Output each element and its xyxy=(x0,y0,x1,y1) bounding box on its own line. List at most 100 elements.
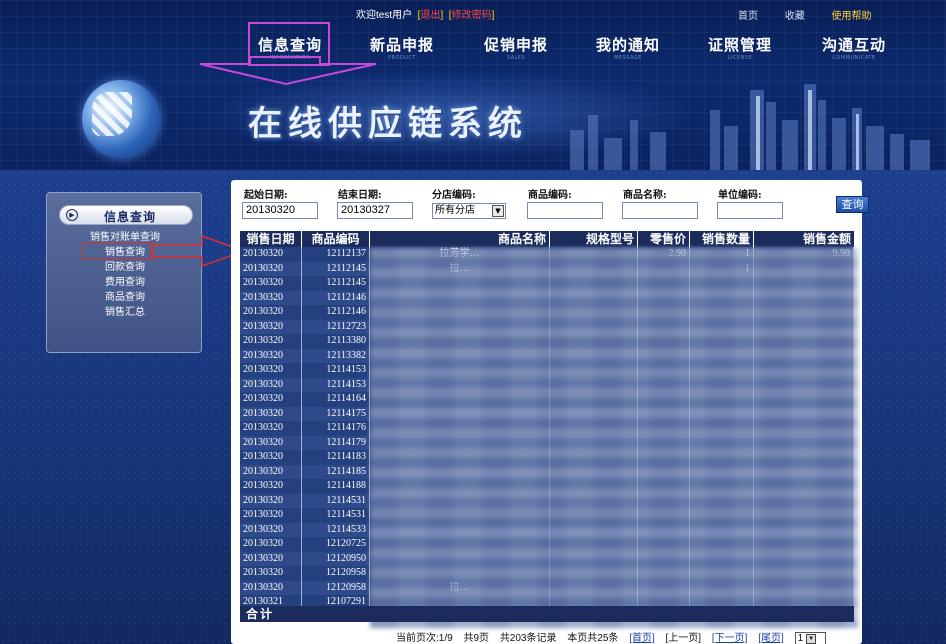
blurred-data-region xyxy=(370,248,858,628)
unit-code-label: 单位编码: xyxy=(718,190,762,201)
last-page-link[interactable]: [尾页] xyxy=(758,633,784,644)
cell-sale-date: 20130320 xyxy=(240,334,302,349)
cell-sale-date: 20130320 xyxy=(240,450,302,465)
help-link[interactable]: 使用帮助 xyxy=(832,11,872,22)
cell-product-code: 12114176 xyxy=(302,421,370,436)
cell-sale-date: 20130320 xyxy=(240,464,302,479)
table-total-row: 合计 xyxy=(240,606,854,622)
table-header: 销售日期 商品编码 商品名称 规格型号 零售价 销售数量 销售金额 xyxy=(240,231,854,247)
col-header-product-name: 商品名称 xyxy=(370,231,550,247)
nav-label: 我的通知 xyxy=(595,36,660,54)
cell-product-code: 12114531 xyxy=(302,493,370,508)
branch-code-label: 分店编码: xyxy=(432,190,476,201)
col-header-spec: 规格型号 xyxy=(550,231,638,247)
cell-sale-date: 20130320 xyxy=(240,276,302,291)
start-date-label: 起始日期: xyxy=(244,190,288,201)
prev-page-link[interactable]: [上一页] xyxy=(666,633,702,644)
first-page-link[interactable]: [首页] xyxy=(629,633,655,644)
change-password-link[interactable]: 修改密码 xyxy=(452,10,492,21)
system-title: 在线供应链系统 xyxy=(248,104,528,144)
cell-sale-date: 20130320 xyxy=(240,551,302,566)
page-select[interactable]: 1 ▼ xyxy=(794,632,827,644)
product-name-input[interactable] xyxy=(622,202,698,219)
down-arrow-annotation-icon xyxy=(199,56,377,86)
nav-sales[interactable]: 促销申报 SALES xyxy=(476,34,556,61)
cell-sale-date: 20130320 xyxy=(240,508,302,523)
nav-sublabel: LICENSE xyxy=(727,55,753,61)
home-link[interactable]: 首页 xyxy=(738,11,758,22)
cell-product-code: 12120950 xyxy=(302,551,370,566)
circle-arrow-icon: ▶ xyxy=(66,209,78,221)
cell-sale-date: 20130320 xyxy=(240,319,302,334)
nav-label: 沟通互动 xyxy=(821,36,886,54)
header-banner: 欢迎test用户 [退出] [修改密码] 首页 收藏 使用帮助 信息查询 INF… xyxy=(0,0,946,170)
total-label: 合计 xyxy=(246,607,275,621)
cell-product-code: 12112137 xyxy=(302,247,370,262)
product-code-label: 商品编码: xyxy=(528,190,572,201)
globe-logo-icon xyxy=(82,80,160,158)
cell-sale-date: 20130320 xyxy=(240,580,302,595)
cell-product-code: 12114183 xyxy=(302,450,370,465)
cell-product-code: 12112723 xyxy=(302,319,370,334)
cell-product-code: 12112145 xyxy=(302,276,370,291)
pagination-bar: 当前页次:1/9 共9页 共203条记录 本页共25条 [首页] [上一页] [… xyxy=(396,629,834,644)
top-right-links: 首页 收藏 使用帮助 xyxy=(738,7,896,22)
record-total: 共203条记录 xyxy=(499,633,557,644)
nav-label: 证照管理 xyxy=(707,36,772,54)
user-welcome-bar: 欢迎test用户 [退出] [修改密码] xyxy=(356,10,495,21)
branch-select-value: 所有分店 xyxy=(435,205,475,216)
col-header-amount: 销售金额 xyxy=(802,232,851,246)
cell-product-code: 12120958 xyxy=(302,566,370,581)
next-page-link[interactable]: [下一页] xyxy=(712,633,748,644)
cell-sale-date: 20130320 xyxy=(240,493,302,508)
end-date-label: 结束日期: xyxy=(338,190,382,201)
nav-sublabel: SALES xyxy=(506,55,526,61)
cell-sale-date: 20130320 xyxy=(240,305,302,320)
end-date-input[interactable]: 20130327 xyxy=(337,202,413,219)
nav-license[interactable]: 证照管理 LICENSE xyxy=(700,34,780,61)
cell-product-code: 12114153 xyxy=(302,377,370,392)
branch-select[interactable]: 所有分店 ▼ xyxy=(432,203,506,219)
cell-sale-date: 20130320 xyxy=(240,247,302,262)
city-skyline-image xyxy=(570,84,930,170)
cell-product-code: 12114531 xyxy=(302,508,370,523)
cell-product-code: 12112145 xyxy=(302,261,370,276)
page-size: 本页共25条 xyxy=(567,633,619,644)
sidebar-selection-annotation xyxy=(82,243,154,259)
col-header-quantity: 销售数量 xyxy=(690,231,754,247)
sidebar-item-sales-summary[interactable]: 销售汇总 xyxy=(47,305,203,320)
logout-link[interactable]: 退出 xyxy=(420,10,440,21)
cell-product-code: 12114185 xyxy=(302,464,370,479)
sidebar-title: 信息查询 xyxy=(104,210,157,224)
cell-sale-date: 20130320 xyxy=(240,537,302,552)
cell-sale-date: 20130320 xyxy=(240,348,302,363)
cell-product-code: 12114153 xyxy=(302,363,370,378)
sidebar-header: ▶ 信息查询 xyxy=(59,205,193,225)
sidebar-item-product-query[interactable]: 商品查询 xyxy=(47,290,203,305)
unit-code-input[interactable] xyxy=(717,202,783,219)
nav-communicate[interactable]: 沟通互动 COMMUNICATE xyxy=(810,34,898,61)
cell-product-code: 12112146 xyxy=(302,305,370,320)
sidebar: ▶ 信息查询 销售对账单查询 销售查询 回款查询 费用查询 商品查询 销售汇总 xyxy=(46,192,202,353)
col-header-product-code: 商品编码 xyxy=(302,231,370,247)
nav-message[interactable]: 我的通知 MESSAGE xyxy=(588,34,668,61)
cell-sale-date: 20130320 xyxy=(240,435,302,450)
cell-product-code: 12114188 xyxy=(302,479,370,494)
nav-sublabel: COMMUNICATE xyxy=(832,55,876,61)
start-date-input[interactable]: 20130320 xyxy=(242,202,318,219)
chevron-down-icon: ▼ xyxy=(492,205,504,217)
page-current: 当前页次:1/9 xyxy=(396,633,453,644)
cell-sale-date: 20130320 xyxy=(240,421,302,436)
sidebar-item-expense-query[interactable]: 费用查询 xyxy=(47,275,203,290)
cell-sale-date: 20130320 xyxy=(240,392,302,407)
favorites-link[interactable]: 收藏 xyxy=(785,11,805,22)
cell-sale-date: 20130320 xyxy=(240,406,302,421)
page-total: 共9页 xyxy=(463,633,490,644)
query-button[interactable]: 查询 xyxy=(836,196,869,213)
product-code-input[interactable] xyxy=(527,202,603,219)
nav-label: 新品申报 xyxy=(369,36,434,54)
cell-product-code: 12114179 xyxy=(302,435,370,450)
product-name-label: 商品名称: xyxy=(623,190,667,201)
cell-sale-date: 20130320 xyxy=(240,363,302,378)
cell-sale-date: 20130320 xyxy=(240,261,302,276)
